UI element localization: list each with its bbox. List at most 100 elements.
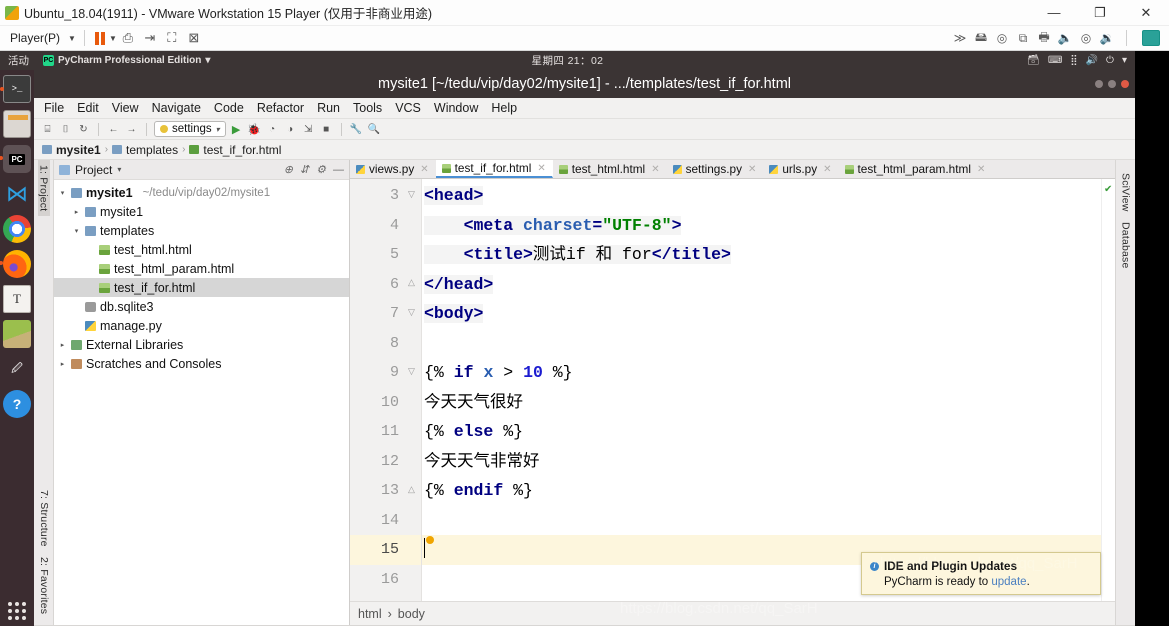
- pause-icon[interactable]: [94, 31, 105, 45]
- menu-code[interactable]: Code: [214, 101, 244, 115]
- launcher-pycharm-icon[interactable]: PC: [0, 145, 31, 173]
- tree-item-mysite1[interactable]: ▾ mysite1 ~/tedu/vip/day02/mysite1: [54, 183, 349, 202]
- menu-window[interactable]: Window: [434, 101, 478, 115]
- code-fold-icon[interactable]: △: [406, 485, 417, 496]
- menu-view[interactable]: View: [112, 101, 139, 115]
- launcher-paint-icon[interactable]: 🖉: [3, 355, 31, 383]
- intention-bulb-icon[interactable]: [426, 536, 434, 544]
- tree-item-manage-py[interactable]: ▸ manage.py: [54, 316, 349, 335]
- tree-item-db-sqlite3[interactable]: ▸ db.sqlite3: [54, 297, 349, 316]
- launcher-terminal-icon[interactable]: >_: [0, 75, 31, 103]
- forward-icon[interactable]: →: [124, 122, 139, 137]
- collapse-icon[interactable]: ⇵: [300, 163, 309, 176]
- tree-item-test-if-for-html[interactable]: ▸ test_if_for.html: [54, 278, 349, 297]
- update-link[interactable]: update: [991, 576, 1026, 588]
- target-icon[interactable]: ◎: [1076, 28, 1096, 48]
- pycharm-close-button[interactable]: [1121, 80, 1129, 88]
- pycharm-minimize-button[interactable]: [1095, 80, 1103, 88]
- editor-tab-views-py[interactable]: views.py ✕: [350, 160, 436, 178]
- bottom-breadcrumb-body[interactable]: body: [398, 607, 425, 621]
- pycharm-maximize-button[interactable]: [1108, 80, 1116, 88]
- sound-icon[interactable]: 🔉: [1097, 28, 1117, 48]
- menu-edit[interactable]: Edit: [77, 101, 99, 115]
- cd-icon[interactable]: ◎: [992, 28, 1012, 48]
- tree-expand-arrow-icon[interactable]: ▸: [72, 208, 81, 216]
- launcher-help-icon[interactable]: ?: [3, 390, 31, 418]
- tree-expand-arrow-icon[interactable]: ▸: [58, 341, 67, 349]
- expand-icon[interactable]: ≫: [950, 28, 970, 48]
- close-button[interactable]: ✕: [1123, 0, 1169, 26]
- menu-tools[interactable]: Tools: [353, 101, 382, 115]
- menu-refactor[interactable]: Refactor: [257, 101, 304, 115]
- stop-icon[interactable]: ■: [319, 122, 334, 137]
- menu-vcs[interactable]: VCS: [395, 101, 421, 115]
- open-icon[interactable]: ⌸: [40, 122, 55, 137]
- menu-file[interactable]: File: [44, 101, 64, 115]
- tree-expand-arrow-icon[interactable]: ▾: [72, 227, 81, 235]
- menu-run[interactable]: Run: [317, 101, 340, 115]
- menu-navigate[interactable]: Navigate: [152, 101, 201, 115]
- disconnect-icon[interactable]: ⊠: [183, 28, 205, 48]
- save-icon[interactable]: ⌷: [58, 122, 73, 137]
- sync-icon[interactable]: ↻: [76, 122, 91, 137]
- tree-expand-arrow-icon[interactable]: ▾: [58, 189, 67, 197]
- tree-item-templates[interactable]: ▾ templates: [54, 221, 349, 240]
- bottom-breadcrumb-html[interactable]: html: [358, 607, 382, 621]
- menu-help[interactable]: Help: [491, 101, 517, 115]
- launcher-vscode-icon[interactable]: ⋈: [3, 180, 31, 208]
- clock[interactable]: 星期四 21：02: [0, 53, 1135, 68]
- code-fold-icon[interactable]: ▽: [406, 190, 417, 201]
- send-key-icon[interactable]: ⇥: [139, 28, 161, 48]
- sidebar-tab-sciview[interactable]: SciView: [1120, 168, 1132, 217]
- sidebar-tab-favorites[interactable]: 2: Favorites: [38, 552, 50, 619]
- sidebar-tab-database[interactable]: Database: [1120, 217, 1132, 274]
- launcher-text-editor-icon[interactable]: T: [3, 285, 31, 313]
- target-icon[interactable]: ⊕: [284, 163, 293, 176]
- coverage-icon[interactable]: ◔: [265, 122, 280, 137]
- editor-tab-test-html-param-html[interactable]: test_html_param.html ✕: [839, 160, 993, 178]
- breadcrumb-item-file[interactable]: test_if_for.html: [203, 143, 281, 157]
- editor-scrollbar[interactable]: ✔: [1101, 179, 1115, 601]
- code-fold-icon[interactable]: ▽: [406, 308, 417, 319]
- player-menu-button[interactable]: Player(P): [6, 31, 64, 45]
- tree-item-external-libraries[interactable]: ▸ External Libraries: [54, 335, 349, 354]
- launcher-chrome-icon[interactable]: [3, 215, 31, 243]
- pause-dropdown-icon[interactable]: ▼: [109, 34, 117, 43]
- printer-icon[interactable]: 🖶: [1034, 28, 1054, 48]
- code-fold-icon[interactable]: △: [406, 278, 417, 290]
- launcher-books-icon[interactable]: [3, 320, 31, 348]
- debug-icon[interactable]: 🐞: [247, 122, 262, 137]
- harddisk-icon[interactable]: 🖴: [971, 28, 991, 48]
- fullscreen-icon[interactable]: ⛶: [161, 28, 183, 48]
- editor-tab-test-if-for-html[interactable]: test_if_for.html ✕: [435, 160, 553, 178]
- breadcrumb-item-templates[interactable]: templates: [126, 143, 178, 157]
- notification-popup[interactable]: i IDE and Plugin Updates PyCharm is read…: [861, 552, 1101, 595]
- minimize-button[interactable]: —: [1031, 0, 1077, 26]
- hide-icon[interactable]: —: [333, 164, 344, 176]
- run-with-icon[interactable]: ⇲: [301, 122, 316, 137]
- gear-icon[interactable]: ⚙: [316, 163, 326, 176]
- project-title-caret-icon[interactable]: ▾: [117, 165, 121, 174]
- editor-tab-urls-py[interactable]: urls.py ✕: [763, 160, 838, 178]
- tree-item-test-html-param-html[interactable]: ▸ test_html_param.html: [54, 259, 349, 278]
- editor-tab-test-html-html[interactable]: test_html.html ✕: [553, 160, 667, 178]
- notes-icon[interactable]: [1142, 30, 1160, 46]
- tree-item-mysite1[interactable]: ▸ mysite1: [54, 202, 349, 221]
- run-icon[interactable]: ▶: [229, 122, 244, 137]
- close-tab-icon[interactable]: ✕: [823, 164, 831, 175]
- sidebar-tab-project[interactable]: 1: Project: [37, 160, 50, 217]
- restore-button[interactable]: ❐: [1077, 0, 1123, 26]
- launcher-files-icon[interactable]: [3, 110, 31, 138]
- settings-wrench-icon[interactable]: 🔧: [349, 122, 364, 137]
- player-menu-caret-icon[interactable]: ▼: [68, 34, 76, 43]
- tree-item-test-html-html[interactable]: ▸ test_html.html: [54, 240, 349, 259]
- close-tab-icon[interactable]: ✕: [977, 164, 985, 175]
- close-tab-icon[interactable]: ✕: [651, 164, 659, 175]
- project-panel-title[interactable]: Project: [75, 163, 112, 177]
- tree-expand-arrow-icon[interactable]: ▸: [58, 360, 67, 368]
- search-icon[interactable]: 🔍: [367, 122, 382, 137]
- close-tab-icon[interactable]: ✕: [420, 164, 428, 175]
- code-content[interactable]: <head> <meta charset="UTF-8"> <title>测试i…: [422, 179, 1101, 601]
- code-fold-icon[interactable]: ▽: [406, 367, 417, 378]
- sidebar-tab-structure[interactable]: 7: Structure: [38, 485, 50, 552]
